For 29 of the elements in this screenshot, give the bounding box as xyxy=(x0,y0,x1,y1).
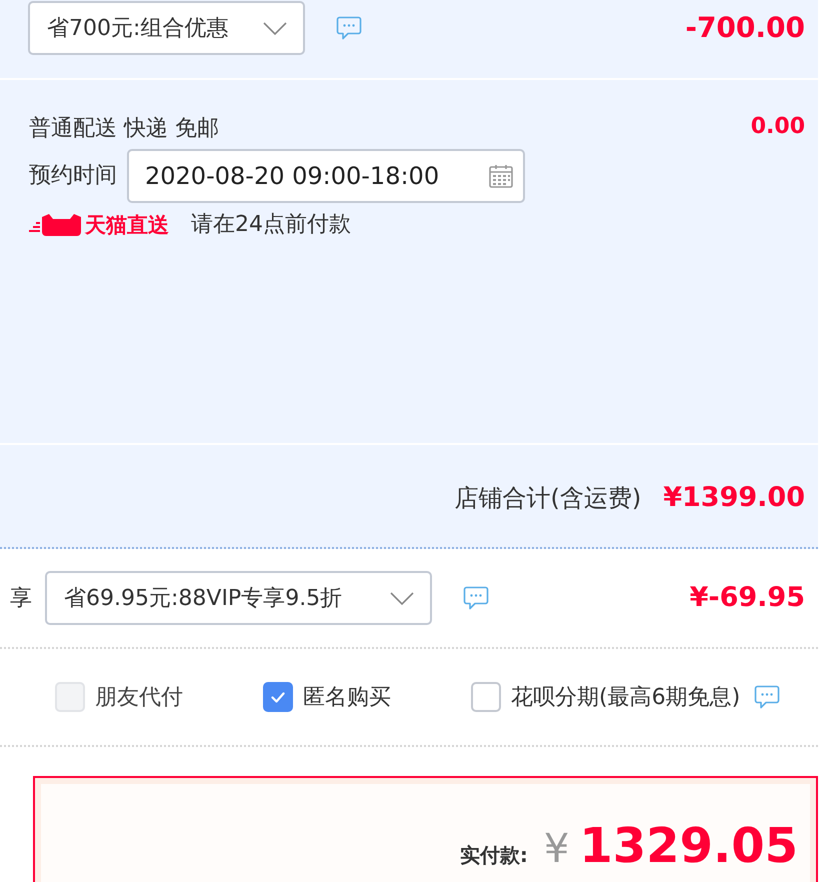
checkbox[interactable] xyxy=(471,682,501,712)
currency-symbol: ¥ xyxy=(544,829,570,869)
discount-dropdown[interactable]: 省700元:组合优惠 xyxy=(28,1,305,55)
chat-bubble-icon[interactable] xyxy=(754,685,780,709)
option-label: 匿名购买 xyxy=(303,684,391,712)
store-total-label: 店铺合计(含运费) xyxy=(454,483,642,514)
vip-discount-amount: ¥-69.95 xyxy=(690,580,805,615)
delivery-fee: 0.00 xyxy=(750,114,805,140)
payment-amount: 1329.05 xyxy=(579,822,798,870)
chat-bubble-icon[interactable] xyxy=(336,16,362,40)
discount-dropdown[interactable]: 省69.95元:88VIP专享9.5折 xyxy=(45,571,432,625)
schedule-label: 预约时间 xyxy=(29,162,117,190)
delivery-method: 普通配送 快递 免邮 xyxy=(29,115,219,143)
schedule-field[interactable]: 2020-08-20 09:00-18:00 xyxy=(127,149,525,203)
payment-deadline-note: 请在24点前付款 xyxy=(191,211,351,239)
option-label: 花呗分期(最高6期免息) xyxy=(511,684,740,712)
checkbox[interactable] xyxy=(263,682,293,712)
payment-label: 实付款: xyxy=(460,845,528,865)
chevron-down-icon xyxy=(390,592,414,604)
discount-amount: -700.00 xyxy=(685,10,805,46)
store-total-amount: ¥1399.00 xyxy=(663,480,805,515)
discount-label: 享 xyxy=(10,584,32,612)
cat-head-icon xyxy=(29,213,81,237)
calendar-icon[interactable] xyxy=(489,164,513,188)
delivery-service-label: 天猫直送 xyxy=(85,212,169,239)
chevron-down-icon xyxy=(263,22,287,34)
chat-bubble-icon[interactable] xyxy=(463,586,489,610)
option-label: 朋友代付 xyxy=(95,684,183,712)
checkmark-icon xyxy=(271,692,285,702)
